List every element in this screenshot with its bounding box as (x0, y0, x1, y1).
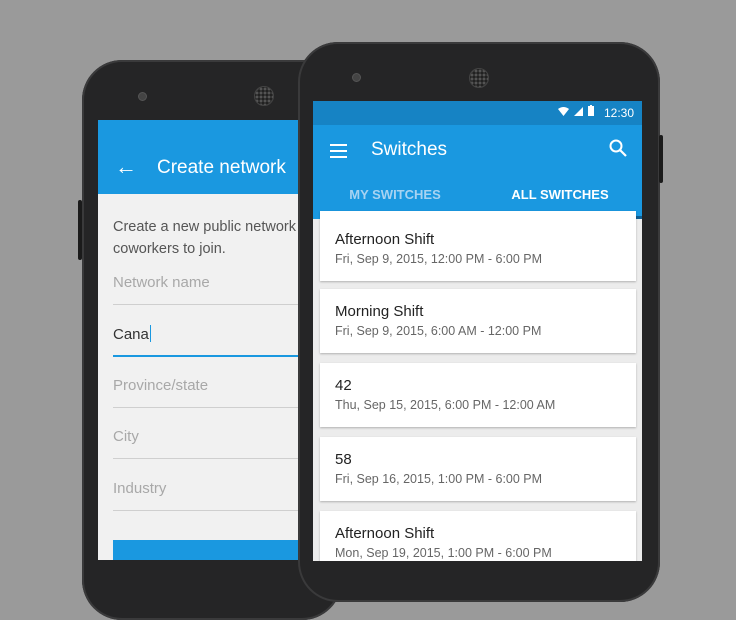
text-caret (149, 325, 152, 342)
shift-time: Thu, Sep 15, 2015, 6:00 PM - 12:00 AM (335, 398, 556, 412)
create-network-screen: ← Create network Create a new public net… (98, 120, 298, 560)
shift-card[interactable]: 42 Thu, Sep 15, 2015, 6:00 PM - 12:00 AM (320, 363, 636, 427)
description-text: Create a new public network for your cow… (113, 219, 298, 257)
phone-back-camera (138, 92, 147, 101)
tab-my-switches[interactable]: MY SWITCHES (313, 187, 477, 202)
status-time: 12:30 (603, 106, 634, 120)
shift-title: 42 (335, 377, 352, 394)
search-icon[interactable] (609, 139, 627, 157)
page-title: Create network (157, 157, 286, 178)
shift-card[interactable]: 58 Fri, Sep 16, 2015, 1:00 PM - 6:00 PM (320, 437, 636, 501)
country-field[interactable]: Cana (113, 325, 298, 357)
tab-all-switches[interactable]: ALL SWITCHES (478, 187, 642, 202)
hamburger-menu-icon[interactable] (330, 144, 347, 162)
phone-back-speaker (254, 86, 274, 106)
shift-card[interactable]: Afternoon Shift Fri, Sep 9, 2015, 12:00 … (320, 211, 636, 281)
shift-title: Afternoon Shift (335, 231, 435, 248)
shift-title: 58 (335, 451, 352, 468)
shift-title: Afternoon Shift (335, 525, 435, 542)
city-field[interactable]: City (113, 428, 298, 459)
status-icons (557, 105, 594, 119)
app-bar: ← Create network (98, 120, 298, 194)
shift-card[interactable]: Morning Shift Fri, Sep 9, 2015, 6:00 AM … (320, 289, 636, 353)
status-bar: 12:30 (313, 101, 642, 125)
shift-title: Morning Shift (335, 303, 424, 320)
battery-icon (588, 105, 594, 116)
phone-back-side-button (78, 200, 82, 260)
industry-field[interactable]: Industry (113, 480, 298, 511)
phone-front-side-button (659, 135, 663, 183)
country-field-value: Cana (113, 326, 149, 343)
signal-icon (573, 107, 583, 116)
network-name-field[interactable]: Network name (113, 274, 298, 305)
shift-time: Fri, Sep 9, 2015, 12:00 PM - 6:00 PM (335, 252, 543, 266)
province-field[interactable]: Province/state (113, 377, 298, 408)
shift-time: Fri, Sep 9, 2015, 6:00 AM - 12:00 PM (335, 324, 542, 338)
shift-time: Mon, Sep 19, 2015, 1:00 PM - 6:00 PM (335, 546, 552, 560)
shift-time: Fri, Sep 16, 2015, 1:00 PM - 6:00 PM (335, 472, 543, 486)
phone-front-camera (352, 73, 361, 82)
create-button[interactable] (113, 540, 298, 560)
shift-card[interactable]: Afternoon Shift Mon, Sep 19, 2015, 1:00 … (320, 511, 636, 561)
page-title: Switches (371, 139, 448, 160)
wifi-icon (557, 107, 569, 116)
phone-front-speaker (469, 68, 489, 88)
arrow-back-icon[interactable]: ← (115, 156, 137, 178)
app-bar: Switches MY SWITCHES ALL SWITCHES (313, 125, 642, 219)
switches-screen: 12:30 Switches MY SWITCHES ALL SWITCHES … (313, 101, 642, 561)
